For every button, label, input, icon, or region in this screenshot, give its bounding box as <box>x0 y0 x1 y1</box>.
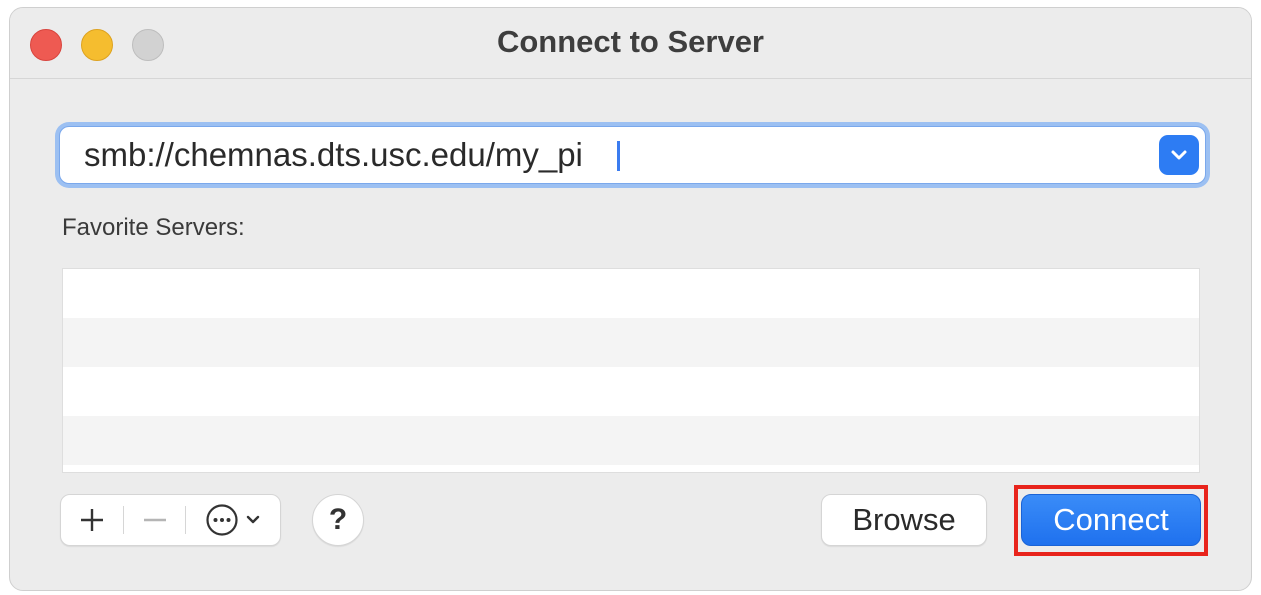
favorites-actions-menu-button[interactable] <box>186 495 280 545</box>
chevron-down-icon <box>1171 150 1187 160</box>
server-address-input[interactable] <box>84 127 1134 183</box>
server-address-combobox[interactable] <box>59 126 1206 184</box>
connect-button[interactable]: Connect <box>1021 494 1201 546</box>
browse-button[interactable]: Browse <box>821 494 987 546</box>
window-title: Connect to Server <box>496 24 764 59</box>
remove-favorite-button <box>124 495 186 545</box>
connect-to-server-window: Connect to Server Favorite Servers: <box>9 7 1252 591</box>
plus-icon <box>80 509 103 531</box>
help-button[interactable]: ? <box>312 494 364 546</box>
add-favorite-button[interactable] <box>61 495 123 545</box>
chevron-down-icon <box>247 515 260 524</box>
favorites-segmented-control <box>60 494 281 546</box>
text-caret <box>617 141 620 171</box>
favorite-servers-list[interactable] <box>62 268 1200 473</box>
list-item[interactable] <box>63 416 1199 465</box>
server-address-focus-ring <box>55 122 1210 188</box>
titlebar: Connect to Server <box>10 8 1251 79</box>
ellipsis-circle-icon <box>206 504 238 536</box>
list-item[interactable] <box>63 367 1199 416</box>
recent-servers-dropdown-button[interactable] <box>1159 135 1199 175</box>
list-item[interactable] <box>63 269 1199 318</box>
favorite-servers-label: Favorite Servers: <box>62 214 245 241</box>
list-item[interactable] <box>63 318 1199 367</box>
minus-icon <box>143 518 166 522</box>
